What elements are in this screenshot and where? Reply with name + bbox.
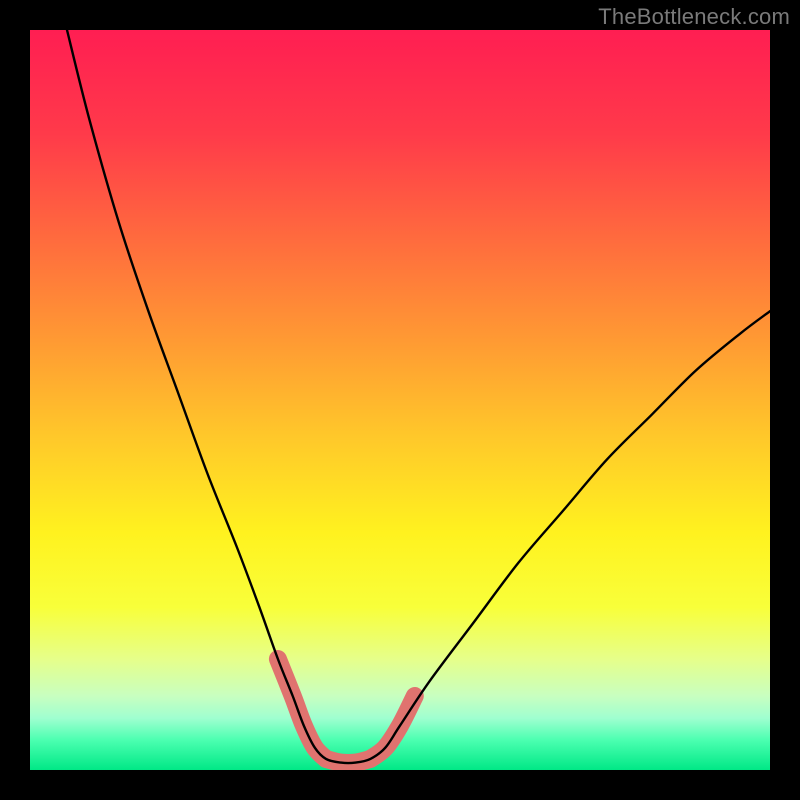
- left-dip-highlight: [278, 659, 326, 759]
- bottleneck-curve: [67, 30, 770, 763]
- watermark-text: TheBottleneck.com: [598, 4, 790, 30]
- chart-frame: TheBottleneck.com: [0, 0, 800, 800]
- curve-group: [67, 30, 770, 763]
- right-dip-highlight: [370, 696, 414, 759]
- plot-area: [30, 30, 770, 770]
- curve-layer: [30, 30, 770, 770]
